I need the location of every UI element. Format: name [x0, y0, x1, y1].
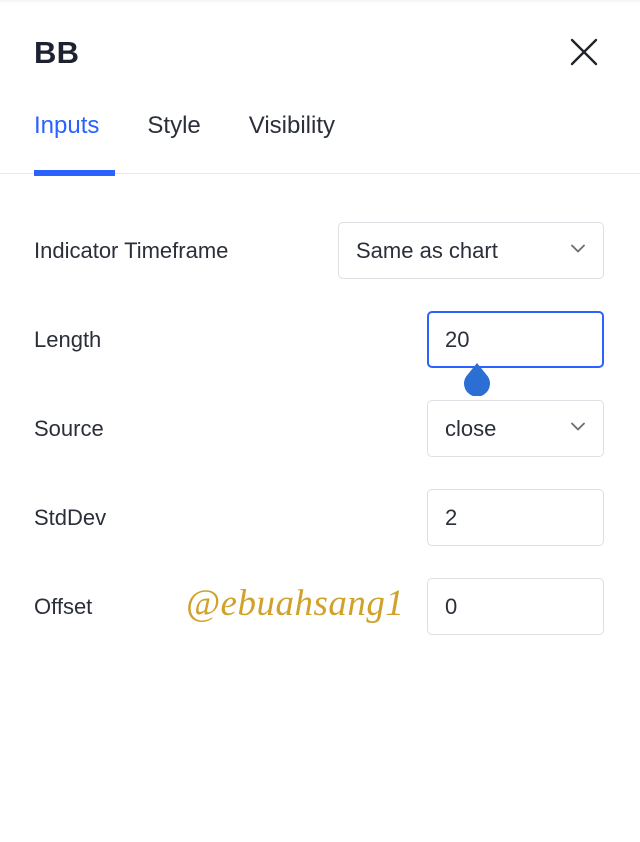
form-row-source: Source close — [0, 384, 640, 473]
control-length: 20 — [427, 311, 604, 396]
offset-input[interactable]: 0 — [427, 578, 604, 635]
indicator-timeframe-value: Same as chart — [356, 237, 498, 263]
inputs-form: Indicator Timeframe Same as chart Length… — [0, 176, 640, 842]
tab-visibility[interactable]: Visibility — [249, 104, 335, 141]
label-indicator-timeframe: Indicator Timeframe — [34, 237, 229, 263]
chevron-down-icon — [567, 237, 589, 265]
offset-value: 0 — [445, 593, 458, 619]
tab-bar: Inputs Style Visibility — [0, 104, 640, 176]
tab-style[interactable]: Style — [147, 104, 200, 141]
length-input[interactable]: 20 — [427, 311, 604, 368]
stddev-input[interactable]: 2 — [427, 489, 604, 546]
source-value: close — [445, 415, 497, 441]
form-row-offset: Offset 0 — [0, 562, 640, 651]
form-row-stddev: StdDev 2 — [0, 473, 640, 562]
page-title: BB — [34, 34, 80, 70]
length-value: 20 — [445, 326, 470, 352]
close-button[interactable] — [556, 24, 612, 80]
indicator-settings-panel: BB Inputs Style Visibility Indicator Tim… — [0, 0, 640, 842]
control-indicator-timeframe: Same as chart — [338, 222, 604, 279]
indicator-timeframe-select[interactable]: Same as chart — [338, 222, 604, 279]
panel-header: BB — [0, 0, 640, 104]
label-offset: Offset — [34, 593, 93, 619]
label-length: Length — [34, 326, 102, 352]
label-source: Source — [34, 415, 104, 441]
control-offset: 0 — [427, 578, 604, 635]
label-stddev: StdDev — [34, 504, 107, 530]
stddev-value: 2 — [445, 504, 458, 530]
tab-inputs[interactable]: Inputs — [34, 104, 99, 141]
form-row-indicator-timeframe: Indicator Timeframe Same as chart — [0, 206, 640, 295]
close-icon — [567, 35, 601, 69]
form-row-length: Length 20 — [0, 295, 640, 396]
source-select[interactable]: close — [427, 400, 604, 457]
chevron-down-icon — [567, 415, 589, 443]
control-source: close — [427, 400, 604, 457]
control-stddev: 2 — [427, 489, 604, 546]
